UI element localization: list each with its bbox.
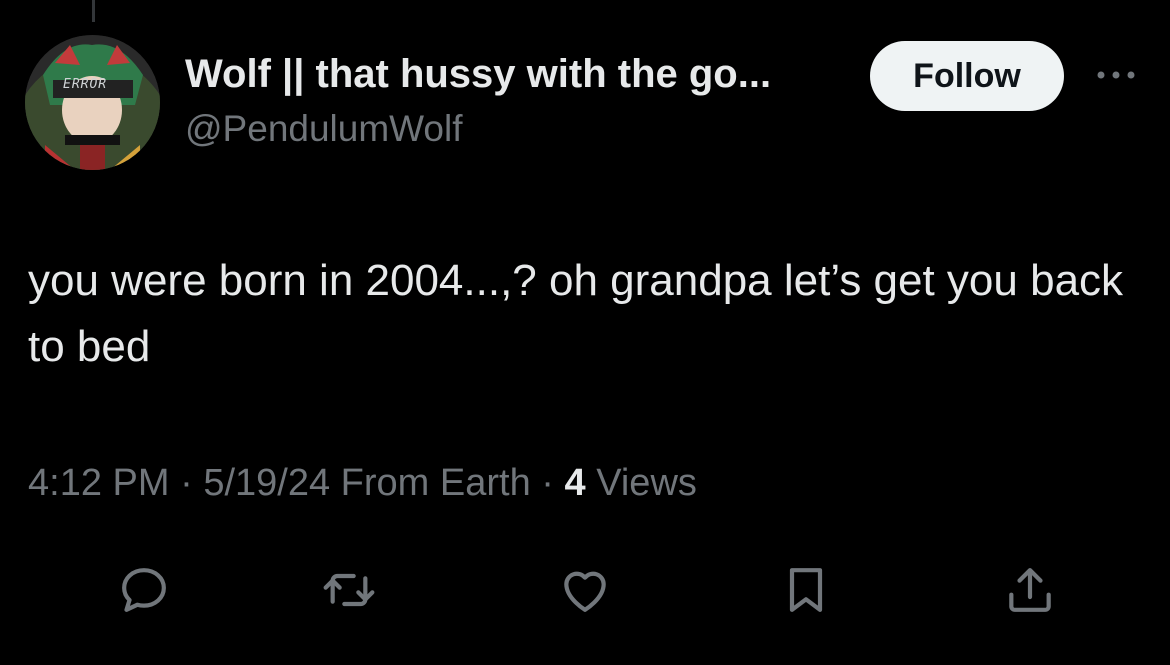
tweet-metadata: 4:12 PM · 5/19/24 From Earth · 4 Views <box>28 462 697 505</box>
heart-icon <box>564 571 606 612</box>
reply-icon <box>122 568 166 612</box>
author-handle[interactable]: @PendulumWolf <box>185 108 463 150</box>
bookmark-button[interactable] <box>776 560 836 620</box>
like-button[interactable] <box>555 560 615 620</box>
meta-separator: · <box>530 462 565 504</box>
tweet-source: From Earth <box>340 462 531 504</box>
tweet-date[interactable]: 5/19/24 <box>203 462 330 504</box>
tweet-time[interactable]: 4:12 PM <box>28 462 170 504</box>
avatar-image <box>25 35 160 170</box>
tweet-text: you were born in 2004...,? oh grandpa le… <box>28 256 1124 371</box>
retweet-icon <box>323 573 375 607</box>
meta-separator: · <box>169 462 204 504</box>
retweet-button[interactable] <box>319 560 379 620</box>
bookmark-icon <box>789 568 823 612</box>
reply-button[interactable] <box>114 560 174 620</box>
tweet-action-bar <box>0 560 1170 620</box>
avatar[interactable]: ERROR <box>25 35 160 170</box>
avatar-badge-text: ERROR <box>63 77 108 92</box>
views-label[interactable]: Views <box>596 462 697 504</box>
share-icon <box>1009 568 1051 612</box>
more-horizontal-icon[interactable] <box>1093 62 1139 88</box>
thread-connector-line <box>92 0 95 22</box>
share-button[interactable] <box>1000 560 1060 620</box>
follow-button[interactable]: Follow <box>870 41 1064 111</box>
views-count[interactable]: 4 <box>565 462 586 504</box>
author-display-name[interactable]: Wolf || that hussy with the go... <box>185 52 771 97</box>
